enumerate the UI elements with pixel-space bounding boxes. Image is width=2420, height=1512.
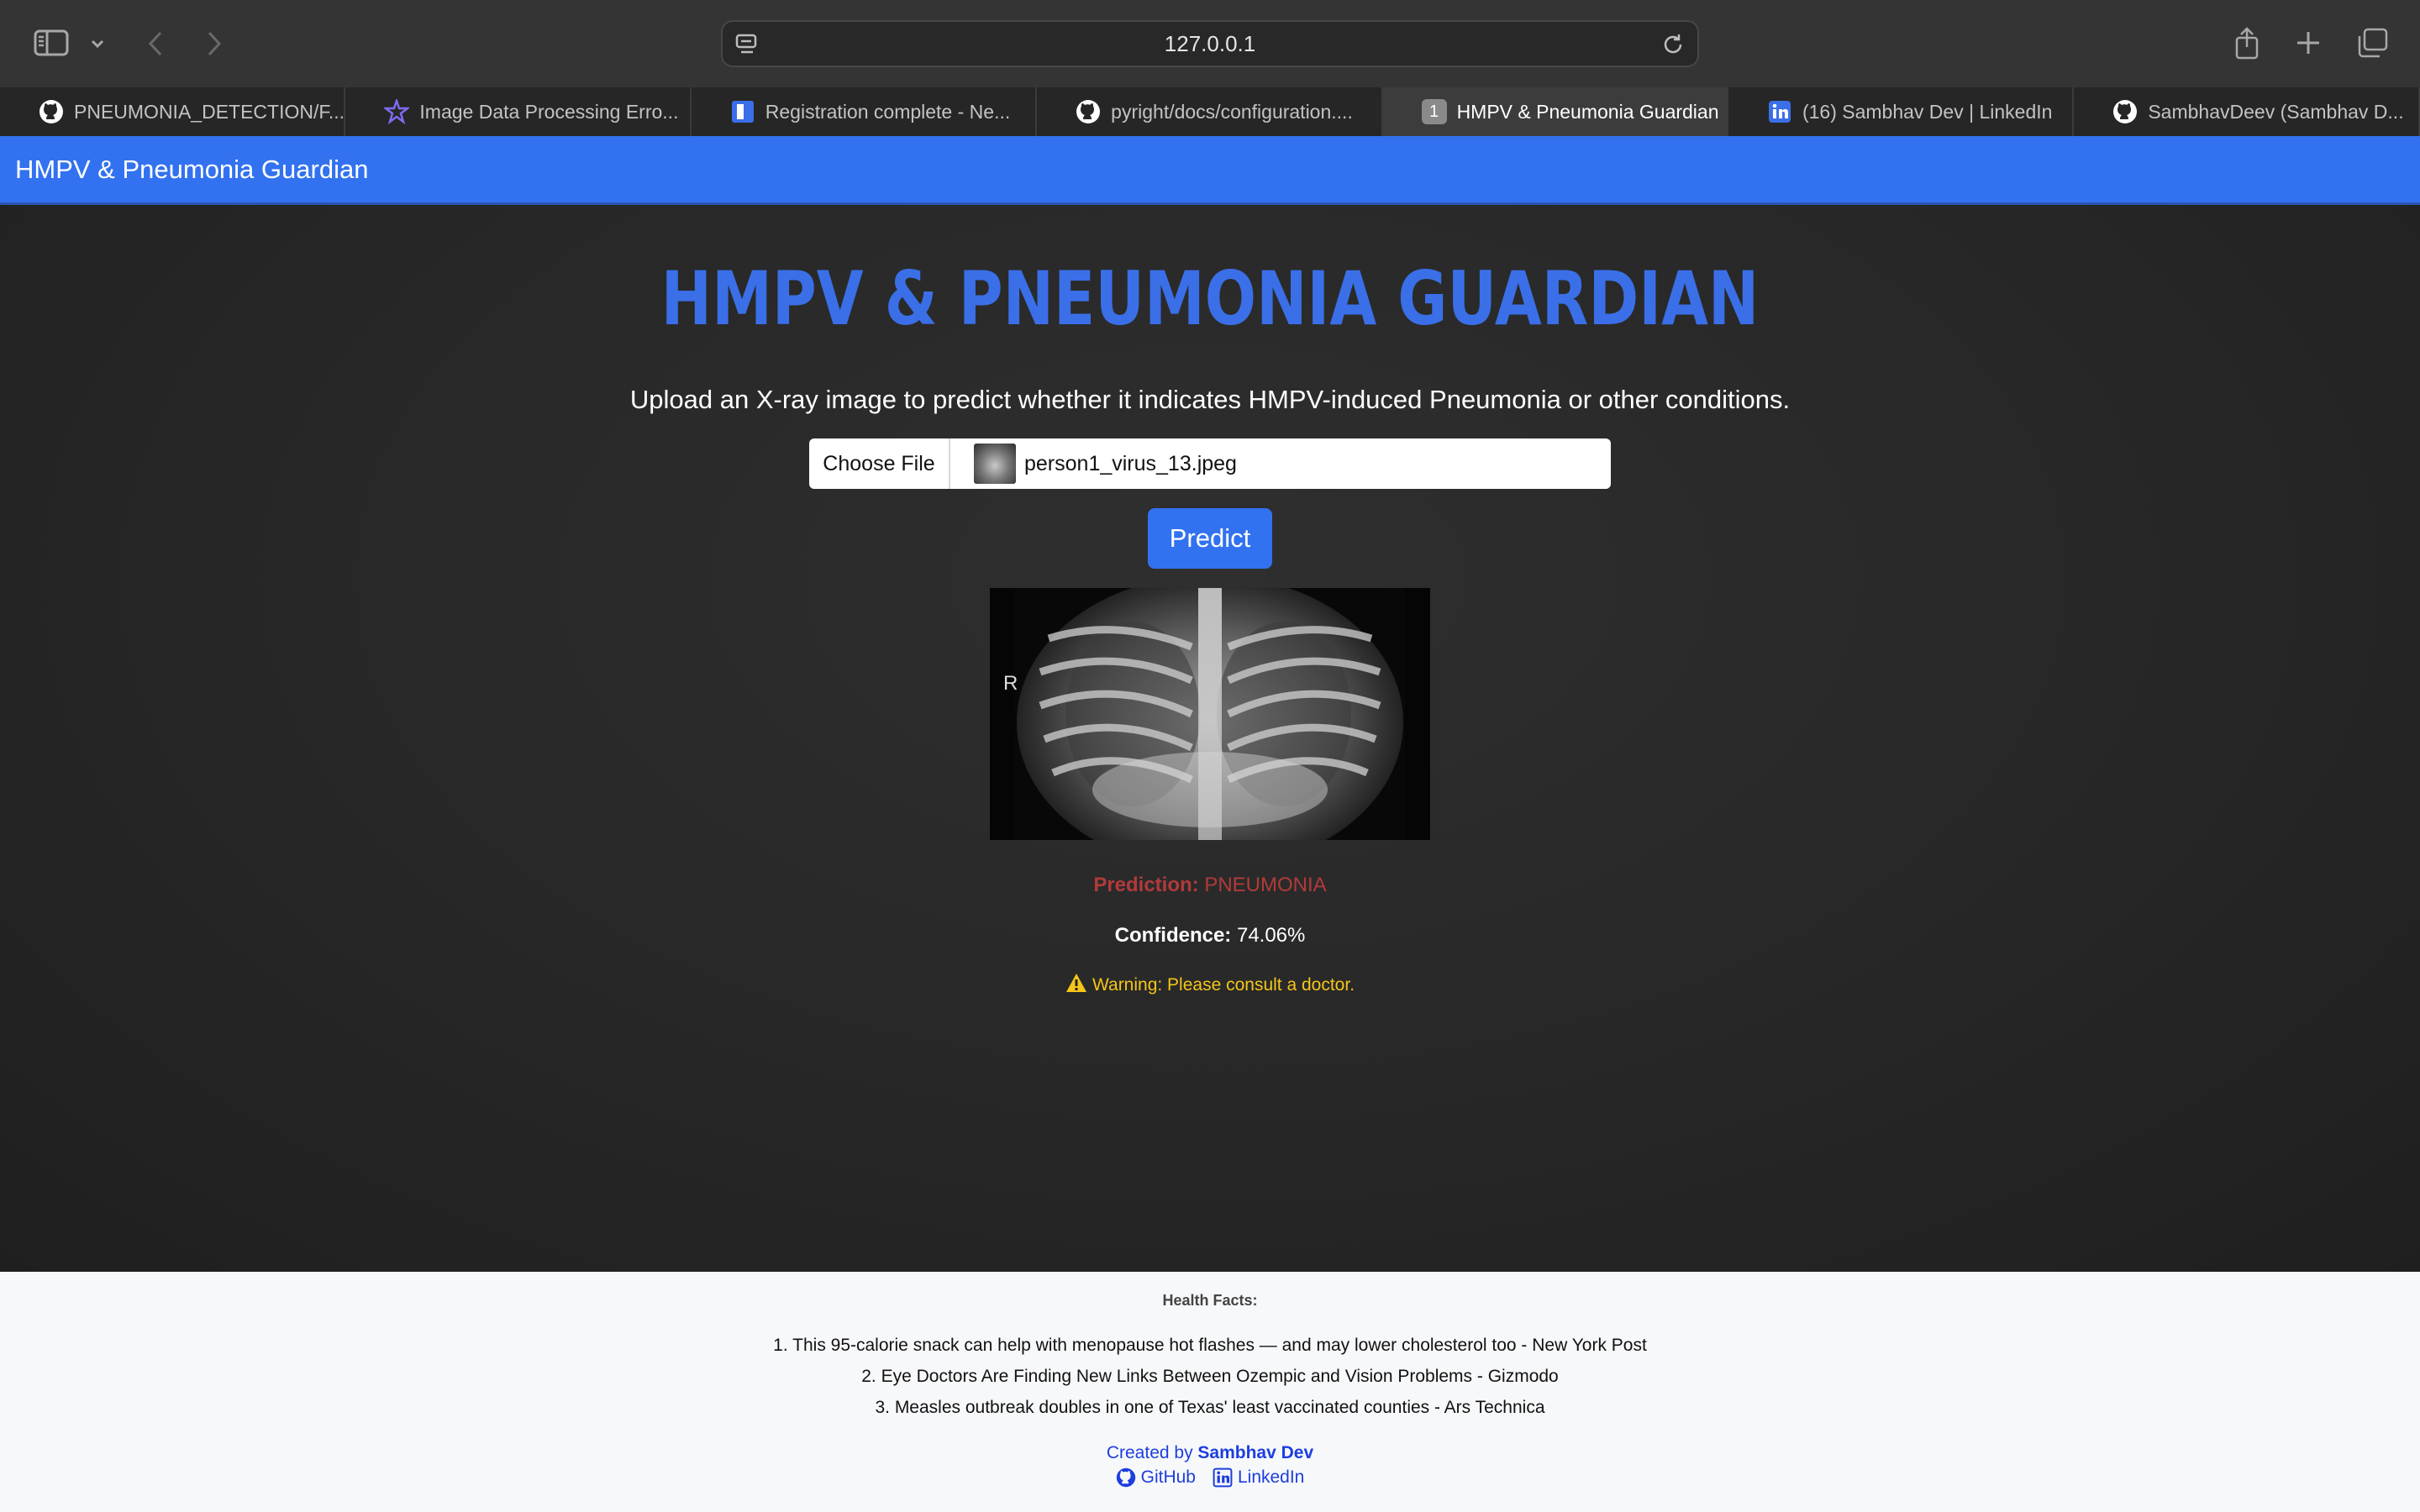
tab-label: Image Data Processing Erro... bbox=[419, 100, 679, 123]
tab-linkedin[interactable]: (16) Sambhav Dev | LinkedIn bbox=[1728, 87, 2075, 136]
footer-credit: Created by Sambhav Dev bbox=[0, 1443, 2420, 1463]
tab-label: SambhavDeev (Sambhav D... bbox=[2148, 100, 2404, 123]
xray-image-graphic bbox=[990, 588, 1430, 840]
perplexity-icon bbox=[384, 99, 410, 124]
page-subtitle: Upload an X-ray image to predict whether… bbox=[629, 385, 1791, 414]
linkedin-icon bbox=[1767, 99, 1792, 124]
predict-button[interactable]: Predict bbox=[1148, 508, 1272, 569]
tab-strip: PNEUMONIA_DETECTION/F... Image Data Proc… bbox=[0, 87, 2420, 136]
tab-pneumonia-detection[interactable]: PNEUMONIA_DETECTION/F... bbox=[0, 87, 346, 136]
github-icon bbox=[2112, 99, 2138, 124]
site-settings-icon[interactable] bbox=[734, 32, 760, 61]
tab-hmpv-guardian[interactable]: 1 HMPV & Pneumonia Guardian bbox=[1382, 87, 1728, 136]
confidence-value: 74.06% bbox=[1236, 924, 1306, 947]
health-fact-item: 3. Measles outbreak doubles in one of Te… bbox=[875, 1398, 1545, 1417]
tab-label: Registration complete - Ne... bbox=[765, 100, 1011, 123]
address-bar[interactable]: 127.0.0.1 bbox=[721, 20, 1699, 67]
confidence-label: Confidence: bbox=[1114, 924, 1232, 947]
reload-icon[interactable] bbox=[1660, 32, 1686, 61]
linkedin-icon bbox=[1213, 1467, 1233, 1488]
health-facts-title: Health Facts: bbox=[1162, 1292, 1258, 1309]
file-upload-input[interactable]: Choose File person1_virus_13.jpeg bbox=[809, 438, 1611, 489]
xray-preview-image: R bbox=[990, 588, 1430, 840]
tab-overview-icon[interactable] bbox=[2354, 25, 2390, 60]
tab-label: PNEUMONIA_DETECTION/F... bbox=[74, 100, 345, 123]
author-name: Sambhav Dev bbox=[1197, 1443, 1314, 1462]
github-icon bbox=[1076, 99, 1101, 124]
url-text[interactable]: 127.0.0.1 bbox=[1165, 31, 1255, 57]
tab-number-badge: 1 bbox=[1421, 99, 1447, 124]
site-navbar: HMPV & Pneumonia Guardian bbox=[0, 136, 2420, 205]
github-icon bbox=[1116, 1467, 1135, 1488]
github-icon bbox=[39, 99, 64, 124]
neon-icon bbox=[730, 99, 755, 124]
github-link-label[interactable]: GitHub bbox=[1141, 1467, 1196, 1488]
page-footer: Health Facts: 1. This 95-calorie snack c… bbox=[0, 1272, 2420, 1512]
footer-links: GitHub LinkedIn bbox=[0, 1467, 2420, 1488]
confidence-result: Confidence: 74.06% bbox=[0, 924, 2420, 948]
warning-icon bbox=[1065, 974, 1086, 992]
prediction-label: Prediction: bbox=[1093, 874, 1199, 896]
back-icon[interactable] bbox=[143, 27, 168, 60]
tab-pyright-docs[interactable]: pyright/docs/configuration.... bbox=[1037, 87, 1383, 136]
selected-file-name: person1_virus_13.jpeg bbox=[1024, 451, 1237, 475]
tab-image-data-processing[interactable]: Image Data Processing Erro... bbox=[345, 87, 692, 136]
choose-file-button[interactable]: Choose File bbox=[809, 438, 950, 489]
tab-sambhavdeev-github[interactable]: SambhavDeev (Sambhav D... bbox=[2074, 87, 2420, 136]
new-tab-icon[interactable] bbox=[2292, 27, 2324, 59]
health-fact-item: 1. This 95-calorie snack can help with m… bbox=[773, 1336, 1647, 1355]
main-content: HMPV & PNEUMONIA GUARDIAN Upload an X-ra… bbox=[0, 205, 2420, 1272]
tab-label: (16) Sambhav Dev | LinkedIn bbox=[1802, 100, 2053, 123]
tab-registration-complete[interactable]: Registration complete - Ne... bbox=[692, 87, 1038, 136]
xray-side-marker: R bbox=[1003, 672, 1018, 695]
prediction-result: Prediction: PNEUMONIA bbox=[0, 874, 2420, 897]
warning-text: Warning: Please consult a doctor. bbox=[1092, 975, 1355, 995]
forward-icon[interactable] bbox=[202, 27, 227, 60]
github-link[interactable]: GitHub bbox=[1116, 1467, 1196, 1488]
chevron-down-icon[interactable] bbox=[87, 34, 108, 54]
tab-label: pyright/docs/configuration.... bbox=[1111, 100, 1353, 123]
prediction-value: PNEUMONIA bbox=[1204, 874, 1327, 896]
sidebar-toggle-icon[interactable] bbox=[32, 27, 71, 59]
health-fact-item: 2. Eye Doctors Are Finding New Links Bet… bbox=[861, 1367, 1559, 1386]
file-thumbnail bbox=[974, 444, 1016, 484]
warning-message: Warning: Please consult a doctor. bbox=[0, 973, 2420, 995]
linkedin-link-label[interactable]: LinkedIn bbox=[1238, 1467, 1304, 1488]
navbar-brand[interactable]: HMPV & Pneumonia Guardian bbox=[15, 155, 368, 185]
linkedin-link[interactable]: LinkedIn bbox=[1213, 1467, 1304, 1488]
created-by-text: Created by bbox=[1106, 1443, 1193, 1462]
page-title: HMPV & PNEUMONIA GUARDIAN bbox=[660, 255, 1760, 342]
tab-label: HMPV & Pneumonia Guardian bbox=[1456, 100, 1719, 123]
share-icon[interactable] bbox=[2232, 24, 2262, 62]
browser-toolbar: 127.0.0.1 bbox=[0, 0, 2420, 87]
